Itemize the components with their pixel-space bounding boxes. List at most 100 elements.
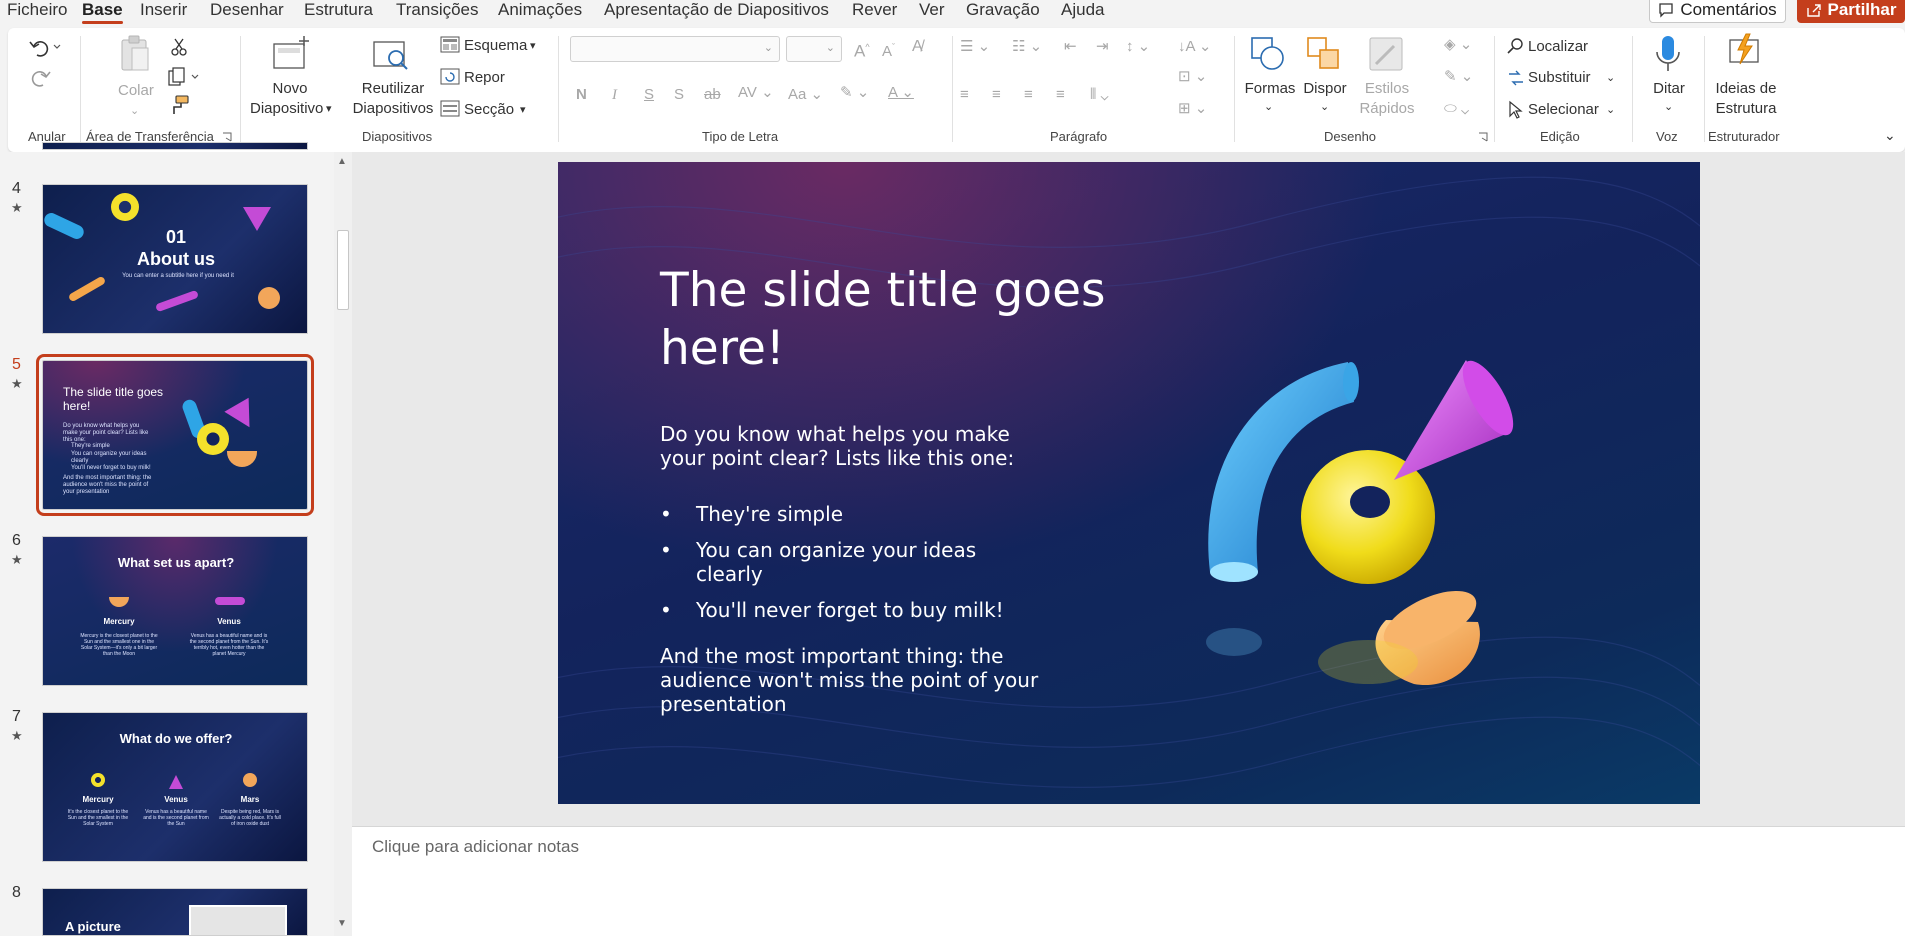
bold-icon[interactable]: N <box>576 86 587 104</box>
slide-thumbnail-6[interactable]: What set us apart? Mercury Venus Mercury… <box>42 536 308 686</box>
align-right-icon[interactable]: ≡ <box>1024 86 1033 104</box>
section-button[interactable]: Secção <box>464 101 514 119</box>
menu-base[interactable]: Base <box>82 0 123 24</box>
menu-inserir[interactable]: Inserir <box>140 0 187 20</box>
strikethrough-icon[interactable]: ab <box>704 86 721 104</box>
microphone-icon[interactable] <box>1652 34 1684 76</box>
dialog-launcher-icon[interactable] <box>1478 132 1488 142</box>
format-painter-icon[interactable] <box>168 94 190 116</box>
slide-thumbnail-8[interactable]: A picture <box>42 888 308 936</box>
chevron-down-icon[interactable]: ▾ <box>326 100 332 118</box>
menu-gravacao[interactable]: Gravação <box>966 0 1040 20</box>
menu-rever[interactable]: Rever <box>852 0 897 20</box>
chevron-down-icon[interactable]: ▾ <box>520 101 526 119</box>
line-spacing-icon[interactable]: ↕ ⌄ <box>1126 38 1150 56</box>
slide-thumbnail-4[interactable]: 01 About us You can enter a subtitle her… <box>42 184 308 334</box>
change-case-icon[interactable]: Aa ⌄ <box>788 86 823 104</box>
slide-scrollbar[interactable] <box>1896 152 1905 832</box>
shape-outline-icon[interactable]: ✎ ⌄ <box>1444 68 1473 86</box>
designer-ideas-icon[interactable] <box>1724 32 1764 72</box>
replace-button[interactable]: Substituir <box>1528 69 1591 87</box>
decrease-indent-icon[interactable]: ⇤ <box>1064 38 1077 56</box>
transition-star-icon: ★ <box>11 552 23 567</box>
increase-indent-icon[interactable]: ⇥ <box>1096 38 1109 56</box>
smartart-icon[interactable]: ⊞ ⌄ <box>1178 100 1207 118</box>
scroll-down-icon[interactable]: ▼ <box>337 918 347 929</box>
font-color-icon[interactable]: A ⌄ <box>888 84 914 102</box>
select-button[interactable]: Selecionar <box>1528 101 1599 119</box>
thumbnail-scrollbar[interactable]: ▲ ▼ <box>334 152 352 936</box>
copy-icon[interactable] <box>166 66 202 88</box>
chevron-down-icon[interactable]: ⌄ <box>1664 98 1673 116</box>
notes-placeholder[interactable]: Clique para adicionar notas <box>372 837 579 857</box>
menu-apresentacao[interactable]: Apresentação de Diapositivos <box>604 0 829 20</box>
collapse-ribbon-icon[interactable]: ⌄ <box>1884 126 1896 144</box>
slide-title[interactable]: The slide title goes here! <box>660 262 1120 378</box>
text-direction-icon[interactable]: ↓A ⌄ <box>1178 38 1211 56</box>
align-left-icon[interactable]: ≡ <box>960 86 969 104</box>
chevron-down-icon[interactable]: ⌄ <box>1320 98 1329 116</box>
align-center-icon[interactable]: ≡ <box>992 86 1001 104</box>
chevron-down-icon[interactable]: ⌄ <box>1606 69 1615 87</box>
dialog-launcher-icon[interactable] <box>222 132 232 142</box>
slide-intro-text[interactable]: Do you know what helps you make your poi… <box>660 422 1040 470</box>
slide-outro-text[interactable]: And the most important thing: the audien… <box>660 644 1040 716</box>
menu-ver[interactable]: Ver <box>919 0 945 20</box>
font-size-select[interactable]: ⌄ <box>786 36 842 62</box>
chevron-down-icon[interactable]: ▾ <box>530 37 536 55</box>
justify-icon[interactable]: ≡ <box>1056 86 1065 104</box>
divider <box>1632 36 1633 142</box>
shapes-icon[interactable] <box>1248 34 1288 74</box>
thumb-text: You can enter a subtitle here if you nee… <box>122 273 234 279</box>
slide-thumbnail-5[interactable]: The slide title goes here! Do you know w… <box>36 354 314 516</box>
share-button[interactable]: Partilhar <box>1797 0 1905 23</box>
layout-icon[interactable] <box>440 36 460 54</box>
arrange-icon[interactable] <box>1304 34 1344 74</box>
underline-icon[interactable]: S <box>644 86 654 104</box>
scroll-up-icon[interactable]: ▲ <box>337 156 347 167</box>
shadow-icon[interactable]: S <box>674 86 684 104</box>
notes-pane[interactable]: Clique para adicionar notas <box>352 826 1905 936</box>
menu-estrutura[interactable]: Estrutura <box>304 0 373 20</box>
menu-ficheiro[interactable]: Ficheiro <box>7 0 67 20</box>
cut-icon[interactable] <box>168 36 190 58</box>
find-button[interactable]: Localizar <box>1528 38 1588 56</box>
paste-dropdown-icon[interactable]: ⌄ <box>130 102 139 120</box>
menu-transicoes[interactable]: Transições <box>396 0 479 20</box>
shape-effects-icon[interactable]: ⬭ ⌄ <box>1444 100 1469 118</box>
shape-fill-icon[interactable]: ◈ ⌄ <box>1444 36 1472 54</box>
reset-icon[interactable] <box>440 68 460 86</box>
menu-desenhar[interactable]: Desenhar <box>210 0 284 20</box>
chevron-down-icon[interactable]: ⌄ <box>1264 98 1273 116</box>
reset-button[interactable]: Repor <box>464 69 505 87</box>
shrink-font-icon[interactable]: Aˇ <box>882 38 895 61</box>
align-text-icon[interactable]: ⊡ ⌄ <box>1178 68 1207 86</box>
3d-shapes-illustration[interactable] <box>1158 322 1558 702</box>
comments-button[interactable]: Comentários <box>1649 0 1786 23</box>
italic-icon[interactable]: I <box>612 86 617 104</box>
undo-icon[interactable] <box>28 36 62 58</box>
thumbnail-partial[interactable] <box>42 142 308 150</box>
section-icon[interactable] <box>440 100 460 118</box>
menu-animacoes[interactable]: Animações <box>498 0 582 20</box>
clear-format-icon[interactable]: A̸ <box>912 38 923 56</box>
new-slide-icon[interactable] <box>270 34 310 74</box>
grow-font-icon[interactable]: A^ <box>854 38 870 61</box>
reuse-slides-icon[interactable] <box>370 34 412 74</box>
char-spacing-icon[interactable]: AV ⌄ <box>738 84 774 102</box>
menu-ajuda[interactable]: Ajuda <box>1061 0 1104 20</box>
bullets-icon[interactable]: ☰ ⌄ <box>960 38 990 56</box>
chevron-down-icon[interactable]: ⌄ <box>1606 101 1615 119</box>
current-slide[interactable]: The slide title goes here! Do you know w… <box>558 162 1700 804</box>
columns-icon[interactable]: ⫴ ⌄ <box>1090 86 1109 104</box>
shapes-label: Formas <box>1244 80 1296 97</box>
font-name-select[interactable]: ⌄ <box>570 36 780 62</box>
redo-icon[interactable] <box>28 66 52 88</box>
layout-button[interactable]: Esquema <box>464 37 527 55</box>
slide-thumbnail-7[interactable]: What do we offer? Mercury Venus Mars It'… <box>42 712 308 862</box>
scrollbar-thumb[interactable] <box>337 230 349 310</box>
paste-icon[interactable] <box>118 34 152 74</box>
quick-styles-icon[interactable] <box>1366 34 1406 74</box>
numbering-icon[interactable]: ☷ ⌄ <box>1012 38 1042 56</box>
highlight-icon[interactable]: ✎ ⌄ <box>840 84 869 102</box>
